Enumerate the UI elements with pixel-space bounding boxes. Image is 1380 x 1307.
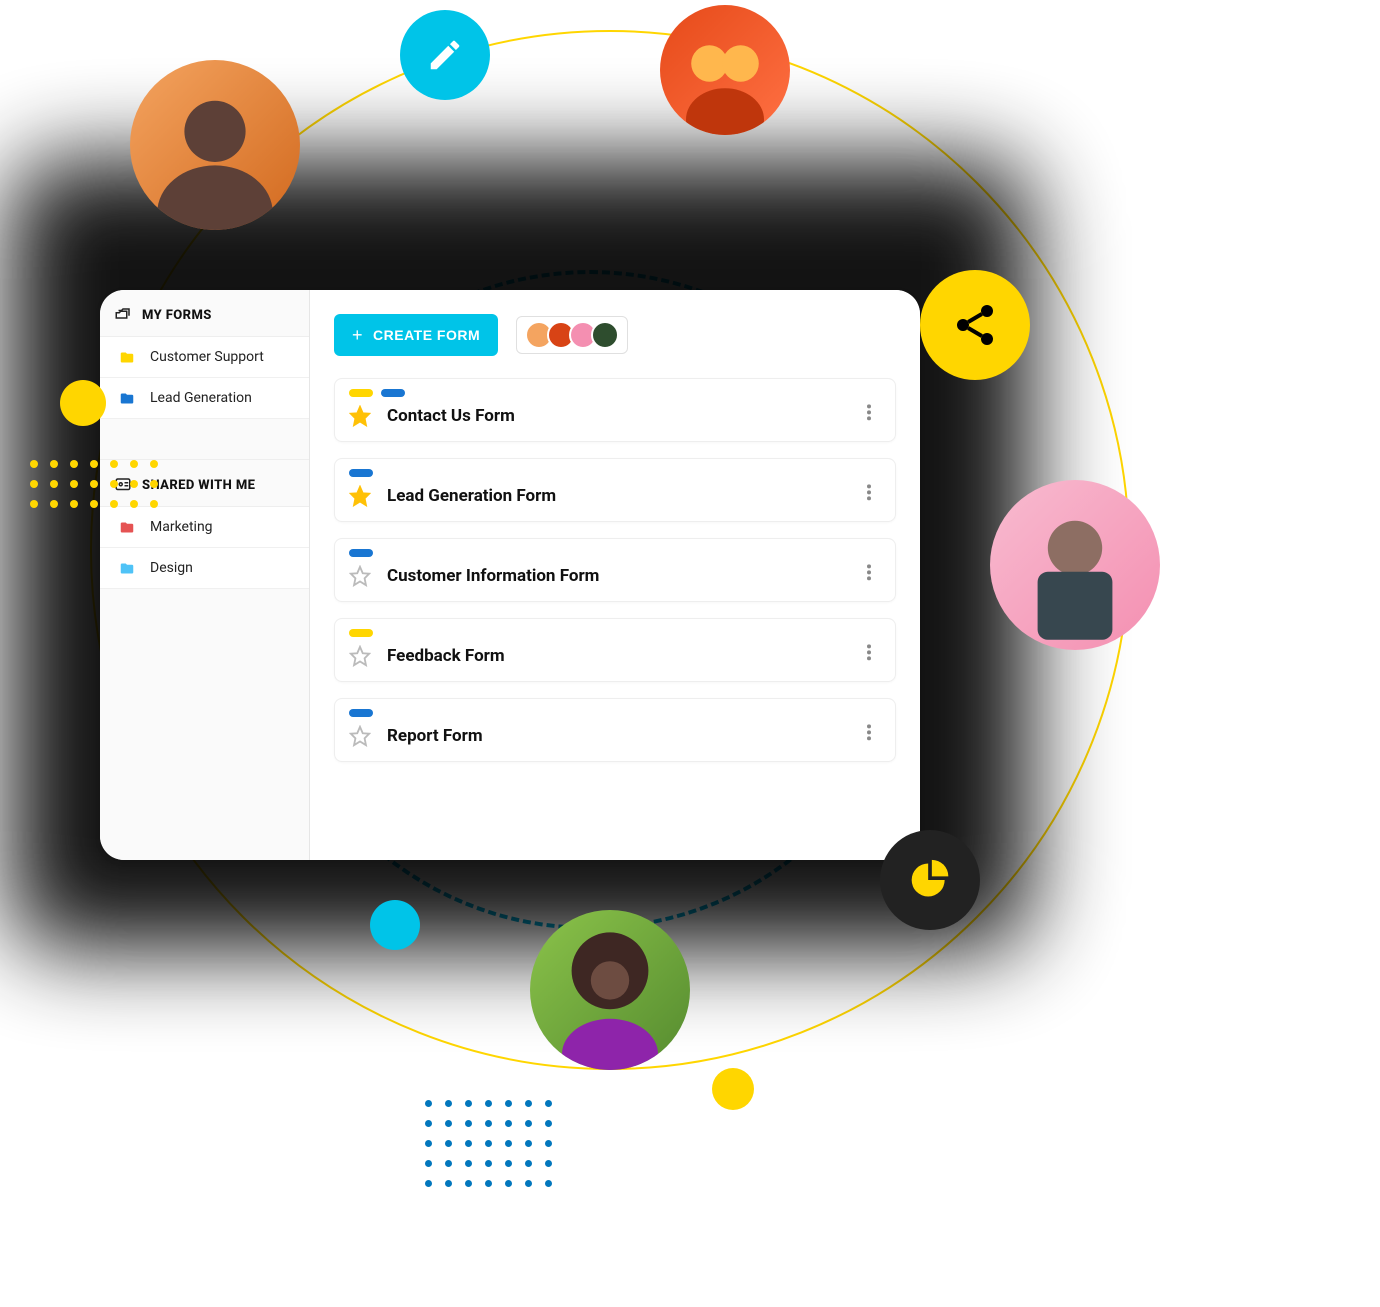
form-card[interactable]: Feedback Form [334,618,896,682]
tag-pill [349,389,373,397]
sidebar-item-label: Design [150,560,193,576]
pencil-icon [400,10,490,100]
form-title: Feedback Form [387,646,505,666]
tag-pills [349,709,881,717]
form-title: Lead Generation Form [387,486,556,506]
form-list: Contact Us Form Lead Generation Form Custo… [334,378,896,762]
create-form-label: CREATE FORM [373,327,480,343]
star-icon[interactable] [349,405,371,427]
tag-pill [349,469,373,477]
tag-pill [381,389,405,397]
decor-avatar [660,5,790,135]
form-card[interactable]: Customer Information Form [334,538,896,602]
form-card[interactable]: Contact Us Form [334,378,896,442]
sidebar-item-label: Lead Generation [150,390,252,406]
app-window: MY FORMS Customer Support Lead Generation… [100,290,920,860]
form-card[interactable]: Report Form [334,698,896,762]
sidebar-header-label: MY FORMS [142,308,212,323]
more-menu-button[interactable] [857,640,881,664]
decor-avatar [130,60,300,230]
decor-dot-yellow [60,380,106,426]
main-panel: + CREATE FORM Contact Us Form Lead Genera… [310,290,920,860]
decor-dot-grid-blue [425,1100,555,1190]
sidebar: MY FORMS Customer Support Lead Generation… [100,290,310,860]
decor-avatar [990,480,1160,650]
form-title: Report Form [387,726,483,746]
sidebar-item[interactable]: Lead Generation [100,378,309,419]
form-title: Customer Information Form [387,566,599,586]
tag-pill [349,709,373,717]
decor-avatar [530,910,690,1070]
create-form-button[interactable]: + CREATE FORM [334,314,498,356]
form-title: Contact Us Form [387,406,515,426]
star-icon[interactable] [349,565,371,587]
more-menu-button[interactable] [857,560,881,584]
star-icon[interactable] [349,725,371,747]
share-icon [920,270,1030,380]
pie-chart-icon [880,830,980,930]
sidebar-item-label: Marketing [150,519,213,535]
more-menu-button[interactable] [857,720,881,744]
more-menu-button[interactable] [857,480,881,504]
tag-pill [349,549,373,557]
tag-pills [349,469,881,477]
sidebar-item[interactable]: Design [100,548,309,589]
sidebar-item[interactable]: Customer Support [100,337,309,378]
collaborator-avatars[interactable] [516,316,628,354]
star-icon[interactable] [349,485,371,507]
folders-icon [114,306,132,324]
decor-dot-grid-yellow [30,460,160,510]
sidebar-header-my-forms: MY FORMS [100,290,309,337]
star-icon[interactable] [349,645,371,667]
more-menu-button[interactable] [857,400,881,424]
decor-dot-yellow [712,1068,754,1110]
tag-pills [349,549,881,557]
sidebar-item-label: Customer Support [150,349,264,365]
sidebar-item[interactable]: Marketing [100,507,309,548]
decor-dot-cyan [370,900,420,950]
tag-pills [349,629,881,637]
plus-icon: + [352,326,363,344]
tag-pills [349,389,881,397]
avatar [591,321,619,349]
tag-pill [349,629,373,637]
form-card[interactable]: Lead Generation Form [334,458,896,522]
toolbar: + CREATE FORM [334,314,896,356]
